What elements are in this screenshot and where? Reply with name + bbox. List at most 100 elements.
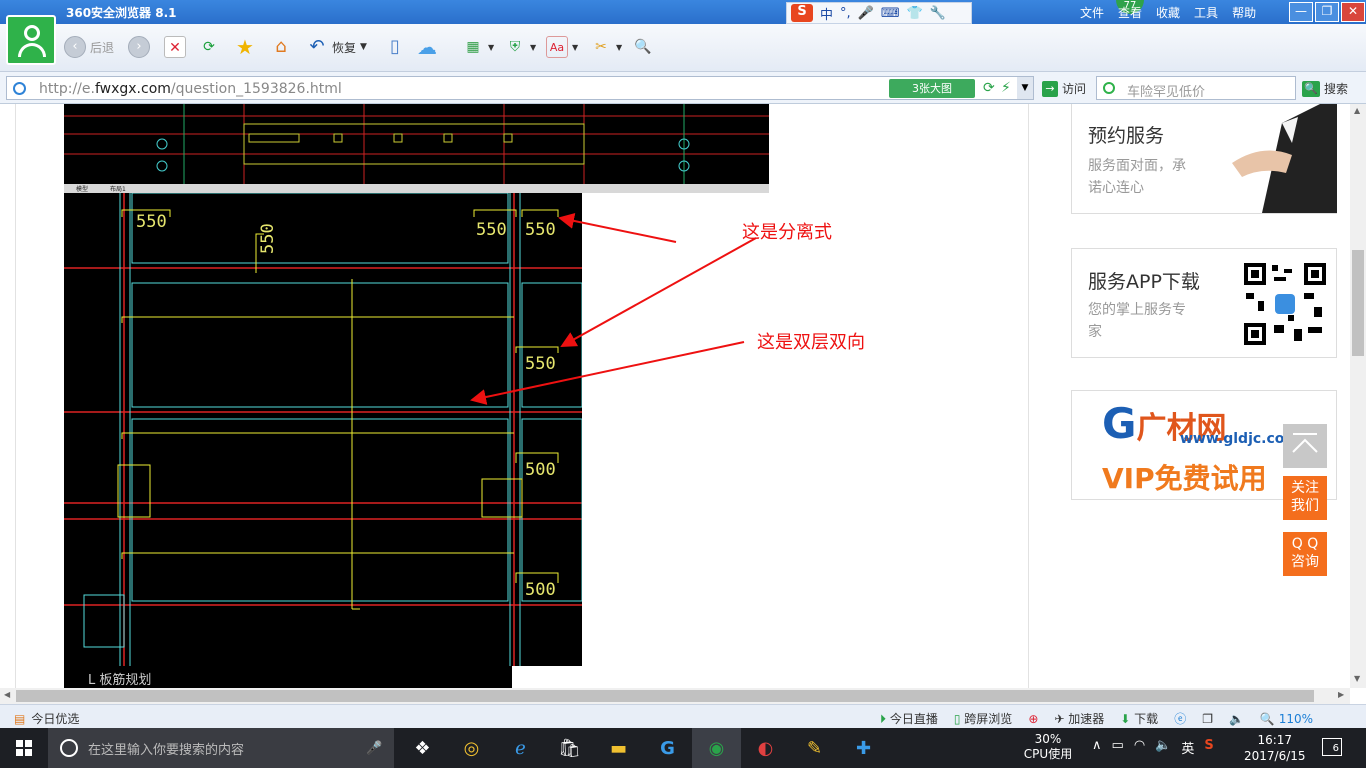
follow-us-button[interactable]: 关注 我们 [1283,476,1327,520]
cross-screen-button[interactable]: ▯ 跨屏浏览 [954,710,1012,727]
store-icon[interactable]: 🛍 [545,728,594,768]
security-button[interactable]: ⛨ ▼ [504,34,536,60]
microphone-icon[interactable]: 🎤 [366,741,382,756]
browser-360-icon[interactable]: ◉ [692,728,741,768]
scroll-left-arrow-icon[interactable]: ◀ [4,690,10,699]
url-text[interactable]: http://e.fwxgx.com/question_1593826.html [39,81,342,97]
gldjc-app-icon[interactable]: G [643,728,692,768]
speaker-icon[interactable]: 🔈 [1155,738,1171,757]
punctuation-icon[interactable]: °, [840,6,851,21]
screenshot-button[interactable]: ✂ ▼ [590,34,622,60]
search-input[interactable]: 车险罕见低价 [1096,76,1296,100]
home-button[interactable]: ⌂ [270,34,292,60]
sogou-tray-icon[interactable]: S [1204,738,1213,757]
zoom-button[interactable]: 🔍 [632,34,654,60]
scroll-up-arrow-icon[interactable]: ▲ [1354,106,1360,115]
notepad-icon[interactable]: ✎ [790,728,839,768]
chevron-up-icon [1292,433,1318,453]
app-360-icon[interactable]: ◎ [447,728,496,768]
menu-favorites[interactable]: 收藏 [1156,4,1180,21]
input-method-bar[interactable]: S 中 °, 🎤 ⌨ 👕 🔧 [786,2,972,24]
close-button[interactable]: ✕ [1341,2,1365,22]
vertical-scroll-thumb[interactable] [1352,250,1364,356]
horizontal-scrollbar[interactable]: ◀ ▶ [0,688,1350,704]
microphone-icon[interactable]: 🎤 [858,6,874,21]
favorite-button[interactable]: ★ [234,34,256,60]
ie-icon[interactable]: ⓔ [1174,710,1186,727]
edge-icon[interactable]: ℯ [496,728,545,768]
window-controls: — ❐ ✕ [1288,0,1366,22]
file-explorer-icon[interactable]: ▬ [594,728,643,768]
chevron-down-icon: ▼ [616,42,623,52]
ime-mode[interactable]: 中 [820,4,833,23]
app-download-card[interactable]: 服务APP下载 您的掌上服务专 家 [1071,248,1337,358]
show-hidden-icons[interactable]: ∧ [1092,738,1102,757]
lightning-icon[interactable]: ⚡ [1001,80,1011,96]
search-label: 搜索 [1324,82,1349,96]
taskbar-search-box[interactable]: 在这里输入你要搜索的内容 🎤 [48,728,394,768]
scroll-right-arrow-icon[interactable]: ▶ [1338,690,1344,699]
apps-button[interactable]: ▦ ▼ [462,34,494,60]
start-button[interactable] [0,728,48,768]
today-pick-button[interactable]: ▤ 今日优选 [14,710,79,727]
wrench-icon[interactable]: 🔧 [930,6,946,21]
forward-button[interactable]: › [128,34,150,60]
visit-button[interactable]: → 访问 [1042,80,1086,97]
forward-arrow-icon: › [128,36,150,58]
input-language[interactable]: 英 [1181,738,1194,757]
window-mode-icon[interactable]: ❐ [1202,712,1213,726]
search-button[interactable]: 🔍 搜索 [1302,80,1348,97]
minimize-button[interactable]: — [1289,2,1313,22]
sogou-icon[interactable]: S [791,4,813,22]
live-button[interactable]: ⏵ 今日直播 [880,710,938,727]
play-icon: ⏵ [880,712,887,726]
menu-file[interactable]: 文件 [1080,4,1104,21]
horizontal-scroll-thumb[interactable] [16,690,1314,702]
follow-label: 我们 [1291,498,1319,514]
cloud-button[interactable]: ☁ [416,34,438,60]
task-view-icon[interactable]: ❖ [398,728,447,768]
search-engine-icon[interactable] [1103,82,1115,94]
battery-icon[interactable]: ▭ [1112,738,1124,757]
translate-button[interactable]: Aa ▼ [546,34,578,60]
refresh-button[interactable]: ⟳ [198,34,220,60]
scroll-down-arrow-icon[interactable]: ▼ [1354,674,1360,683]
keyboard-icon[interactable]: ⌨ [881,6,900,21]
menu-view[interactable]: 查看 [1118,4,1142,21]
cpu-usage[interactable]: 30% CPU使用 [1022,732,1074,762]
chevron-down-icon: ▼ [360,42,367,52]
mobile-button[interactable]: ▯ [384,34,406,60]
clock-time: 16:17 [1257,733,1293,747]
stop-button[interactable]: ✕ [164,34,186,60]
content-right-border [1028,104,1029,688]
accelerator-button[interactable]: ✈ 加速器 [1054,710,1104,727]
plugin-icon[interactable]: ⊕ [1028,712,1038,726]
maximize-button[interactable]: ❐ [1315,2,1339,22]
url-dropdown-button[interactable]: ▼ [1017,77,1033,99]
tshirt-icon[interactable]: 👕 [907,6,923,21]
back-to-top-button[interactable] [1283,424,1327,468]
menu-tools[interactable]: 工具 [1194,4,1218,21]
taskbar-clock[interactable]: 16:17 2017/6/15 [1244,732,1306,764]
app-red-icon[interactable]: ◐ [741,728,790,768]
volume-icon[interactable]: 🔈 [1229,712,1244,726]
vertical-scrollbar[interactable]: ▲ ▼ [1350,104,1366,688]
cpu-label: CPU使用 [1023,747,1073,761]
restore-button[interactable]: ↶ 恢复 ▼ [306,34,367,60]
back-button[interactable]: ‹ 后退 [64,34,114,60]
download-button[interactable]: ⬇ 下载 [1120,710,1158,727]
url-bar[interactable]: http://e.fwxgx.com/question_1593826.html… [6,76,1034,100]
service-booking-card[interactable]: 预约服务 服务面对面，承 诺心连心 [1071,104,1337,214]
apps-icon: ▦ [466,39,480,55]
big-images-button[interactable]: 3张大图 [889,79,975,98]
compat-mode-icon[interactable]: ⟳ [983,80,995,96]
qq-consult-button[interactable]: Q Q 咨询 [1283,532,1327,576]
menu-help[interactable]: 帮助 [1232,4,1256,21]
user-avatar[interactable] [6,15,56,65]
system-tray: ∧ ▭ ◠ 🔈 英 S [1092,738,1214,757]
zoom-level[interactable]: 🔍 110% [1260,712,1313,726]
app-blue-icon[interactable]: ✚ [839,728,888,768]
wifi-icon[interactable]: ◠ [1134,738,1145,757]
follow-label: 关注 [1291,480,1319,496]
action-center-button[interactable]: 6 [1322,738,1342,756]
